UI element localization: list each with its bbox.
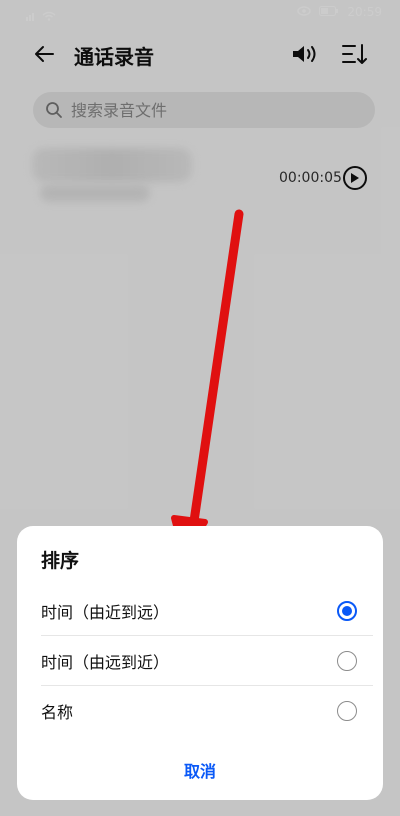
radio-unselected-icon[interactable] — [337, 651, 357, 671]
sort-dialog: 排序 时间（由近到远） 时间（由远到近） 名称 取消 — [17, 526, 383, 800]
radio-unselected-icon[interactable] — [337, 701, 357, 721]
sort-option-time-asc[interactable]: 时间（由远到近） — [17, 636, 383, 686]
sort-dialog-title: 排序 — [41, 550, 80, 572]
sort-option-name[interactable]: 名称 — [17, 686, 383, 736]
sort-option-label: 时间（由近到远） — [41, 603, 170, 622]
sort-option-label: 名称 — [41, 703, 74, 722]
watermark: Baidu 经验 — [280, 772, 371, 791]
radio-selected-icon[interactable] — [337, 601, 357, 621]
sort-option-time-desc[interactable]: 时间（由近到远） — [17, 586, 383, 636]
sort-option-label: 时间（由远到近） — [41, 653, 170, 672]
